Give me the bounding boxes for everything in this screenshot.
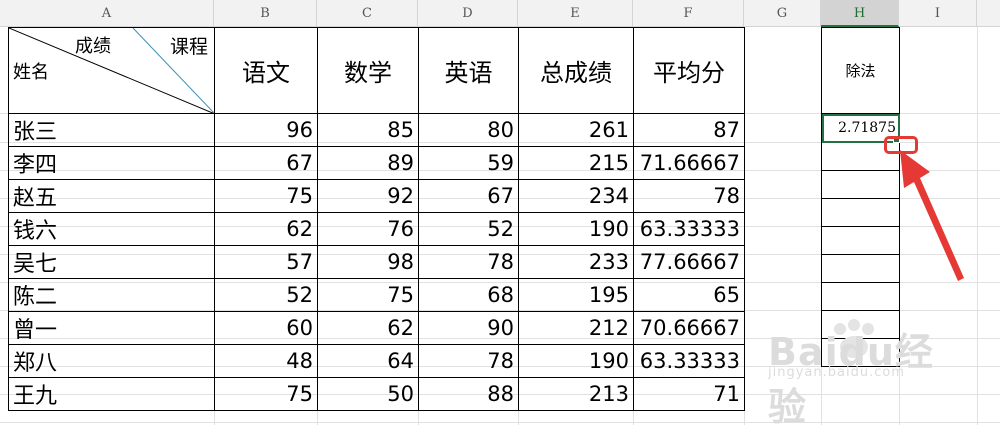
cell-chinese[interactable]: 62 <box>214 212 318 246</box>
empty-cell[interactable] <box>821 198 900 227</box>
diagonal-header-cell[interactable]: 成绩 课程 姓名 <box>8 27 215 114</box>
cell-total[interactable]: 213 <box>518 377 634 411</box>
cell-chinese[interactable]: 75 <box>214 377 318 411</box>
table-row: 李四 67 89 59 215 71.66667 <box>8 146 745 180</box>
cell-average[interactable]: 63.33333 <box>633 344 745 378</box>
table-row: 赵五 75 92 67 234 78 <box>8 179 745 213</box>
cell-total[interactable]: 215 <box>518 146 634 180</box>
cell-average[interactable]: 71.66667 <box>633 146 745 180</box>
header-name-label: 姓名 <box>13 62 49 83</box>
cell-average[interactable]: 63.33333 <box>633 212 745 246</box>
table-row: 钱六 62 76 52 190 63.33333 <box>8 212 745 246</box>
table-row: 曾一 60 62 90 212 70.66667 <box>8 311 745 345</box>
column-header-a[interactable]: A <box>0 0 214 27</box>
table-row: 吴七 57 98 78 233 77.66667 <box>8 245 745 279</box>
cell-math[interactable]: 98 <box>317 245 419 279</box>
column-header-c[interactable]: C <box>317 0 418 27</box>
watermark: Baidu经验 jingyan.baidu.com <box>758 315 958 425</box>
cell-name[interactable]: 李四 <box>8 146 215 180</box>
column-header-f[interactable]: F <box>633 0 744 27</box>
cell-average[interactable]: 70.66667 <box>633 311 745 345</box>
red-arrow-icon <box>900 150 964 281</box>
cell-chinese[interactable]: 75 <box>214 179 318 213</box>
cell-chinese[interactable]: 60 <box>214 311 318 345</box>
cell-name[interactable]: 钱六 <box>8 212 215 246</box>
table-row: 陈二 52 75 68 195 65 <box>8 278 745 312</box>
cell-chinese[interactable]: 96 <box>214 113 318 147</box>
cell-math[interactable]: 89 <box>317 146 419 180</box>
cell-english[interactable]: 80 <box>418 113 519 147</box>
header-math[interactable]: 数学 <box>317 27 419 114</box>
cell-average[interactable]: 77.66667 <box>633 245 745 279</box>
cell-chinese[interactable]: 52 <box>214 278 318 312</box>
cell-math[interactable]: 64 <box>317 344 419 378</box>
watermark-url: jingyan.baidu.com <box>768 365 905 380</box>
cell-total[interactable]: 261 <box>518 113 634 147</box>
column-header-e[interactable]: E <box>518 0 633 27</box>
cell-english[interactable]: 68 <box>418 278 519 312</box>
cell-math[interactable]: 50 <box>317 377 419 411</box>
cell-average[interactable]: 71 <box>633 377 745 411</box>
column-header-h[interactable]: H <box>821 0 899 27</box>
cell-chinese[interactable]: 67 <box>214 146 318 180</box>
cell-total[interactable]: 190 <box>518 344 634 378</box>
cell-english[interactable]: 78 <box>418 344 519 378</box>
cell-math[interactable]: 62 <box>317 311 419 345</box>
table-row: 张三 96 85 80 261 87 <box>8 113 745 147</box>
cell-english[interactable]: 88 <box>418 377 519 411</box>
cell-name[interactable]: 曾一 <box>8 311 215 345</box>
column-header-g[interactable]: G <box>744 0 821 27</box>
column-header-i[interactable]: I <box>899 0 977 27</box>
cell-name[interactable]: 赵五 <box>8 179 215 213</box>
cell-total[interactable]: 212 <box>518 311 634 345</box>
cell-math[interactable]: 75 <box>317 278 419 312</box>
cell-total[interactable]: 233 <box>518 245 634 279</box>
cell-math[interactable]: 92 <box>317 179 419 213</box>
cell-name[interactable]: 郑八 <box>8 344 215 378</box>
cell-chinese[interactable]: 57 <box>214 245 318 279</box>
cell-english[interactable]: 90 <box>418 311 519 345</box>
cell-math[interactable]: 76 <box>317 212 419 246</box>
cell-english[interactable]: 78 <box>418 245 519 279</box>
table-row: 郑八 48 64 78 190 63.33333 <box>8 344 745 378</box>
header-average[interactable]: 平均分 <box>633 27 745 114</box>
cell-total[interactable]: 234 <box>518 179 634 213</box>
cell-math[interactable]: 85 <box>317 113 419 147</box>
empty-cell[interactable] <box>821 282 900 311</box>
score-table: 成绩 课程 姓名 语文 数学 英语 总成绩 平均分 张三 96 85 80 26… <box>8 27 745 411</box>
cell-name[interactable]: 陈二 <box>8 278 215 312</box>
cell-total[interactable]: 190 <box>518 212 634 246</box>
cell-name[interactable]: 王九 <box>8 377 215 411</box>
cell-total[interactable]: 195 <box>518 278 634 312</box>
cell-english[interactable]: 67 <box>418 179 519 213</box>
table-row: 王九 75 50 88 213 71 <box>8 377 745 411</box>
cell-chinese[interactable]: 48 <box>214 344 318 378</box>
header-score-label: 成绩 <box>75 36 111 57</box>
header-chinese[interactable]: 语文 <box>214 27 318 114</box>
cell-average[interactable]: 78 <box>633 179 745 213</box>
header-english[interactable]: 英语 <box>418 27 519 114</box>
column-header-b[interactable]: B <box>214 0 317 27</box>
column-header-d[interactable]: D <box>418 0 518 27</box>
header-total[interactable]: 总成绩 <box>518 27 634 114</box>
cell-average[interactable]: 87 <box>633 113 745 147</box>
cell-english[interactable]: 59 <box>418 146 519 180</box>
cell-english[interactable]: 52 <box>418 212 519 246</box>
empty-cell[interactable] <box>821 254 900 283</box>
header-course-label: 课程 <box>169 36 208 58</box>
empty-cell[interactable] <box>821 226 900 255</box>
cell-name[interactable]: 吴七 <box>8 245 215 279</box>
column-header-bar: A B C D E F G H I <box>0 0 1000 27</box>
division-header[interactable]: 除法 <box>821 27 900 114</box>
empty-cell[interactable] <box>821 170 900 199</box>
cell-average[interactable]: 65 <box>633 278 745 312</box>
cell-name[interactable]: 张三 <box>8 113 215 147</box>
